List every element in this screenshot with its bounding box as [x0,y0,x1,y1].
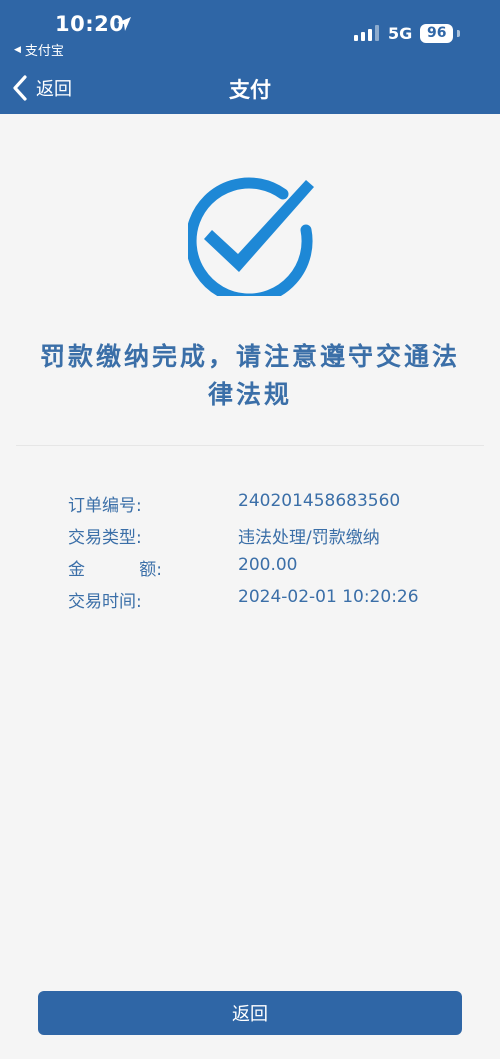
back-triangle-icon: ◀ [14,44,21,55]
battery-indicator: 96 [420,24,454,43]
amount-label-first: 金 [68,560,85,580]
result-message: 罚款缴纳完成，请注意遵守交通法律法规 [39,342,460,409]
return-button[interactable]: 返回 [38,991,462,1035]
signal-bars-icon [354,25,379,41]
detail-row-transaction-type: 交易类型: 违法处理/罚款缴纳 [0,518,500,550]
header: 10:20 ◀ 支付宝 5G 96 返回 支付 [0,0,500,114]
back-to-app-button[interactable]: ◀ 支付宝 [14,40,64,59]
page-title: 支付 [229,78,271,102]
order-number-value: 240201458683560 [238,491,401,511]
network-type: 5G [388,24,413,43]
detail-row-transaction-time: 交易时间: 2024-02-01 10:20:26 [0,582,500,614]
order-number-label: 订单编号: [68,496,142,516]
location-arrow-icon [117,17,131,31]
transaction-details: 订单编号: 240201458683560 交易类型: 违法处理/罚款缴纳 金 … [0,486,500,614]
detail-row-order-number: 订单编号: 240201458683560 [0,486,500,518]
battery-cap [457,30,460,37]
amount-label: 金 额: [68,555,162,580]
amount-value: 200.00 [238,555,298,575]
amount-label-second: 额: [139,560,162,580]
success-check-icon [188,177,314,296]
back-app-label: 支付宝 [24,44,64,59]
transaction-time-value: 2024-02-01 10:20:26 [238,587,419,607]
status-time: 10:20 [55,12,125,36]
transaction-type-label: 交易类型: [68,528,142,548]
transaction-type-value: 违法处理/罚款缴纳 [238,528,380,548]
transaction-time-label: 交易时间: [68,592,142,612]
detail-row-amount: 金 额: 200.00 [0,550,500,582]
divider [16,445,484,446]
